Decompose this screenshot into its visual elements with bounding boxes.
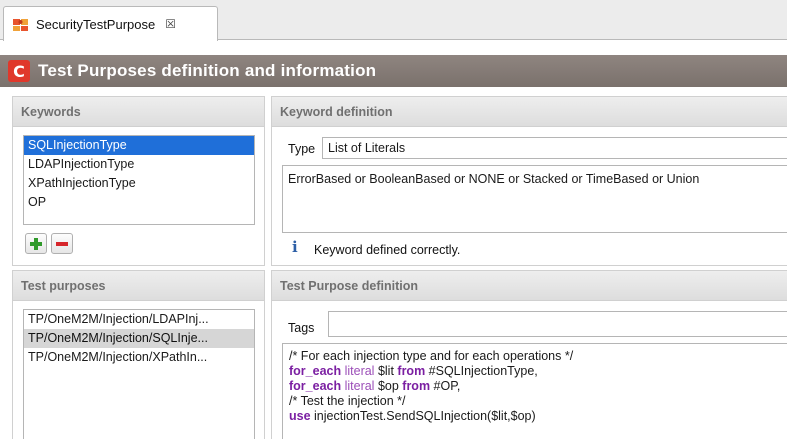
- code-comment: /* Test the injection */: [289, 394, 406, 408]
- add-keyword-button[interactable]: [25, 233, 47, 254]
- keyword-definition-title: Keyword definition: [272, 97, 787, 127]
- form-header: C Test Purposes definition and informati…: [0, 55, 787, 87]
- code-line: /* For each injection type and for each …: [289, 349, 786, 364]
- code-text: #OP,: [430, 379, 461, 393]
- code-text: injectionTest.SendSQLInjection($lit,$op): [310, 409, 536, 423]
- test-purpose-definition-section: Test Purpose definition Tags /* For each…: [271, 270, 787, 439]
- code-keyword: use: [289, 409, 311, 423]
- code-line: for_each literal $lit from #SQLInjection…: [289, 364, 786, 379]
- editor-tab-label: SecurityTestPurpose: [36, 16, 156, 32]
- test-purpose-list-item[interactable]: TP/OneM2M/Injection/XPathIn...: [24, 348, 254, 367]
- test-purpose-list-item[interactable]: TP/OneM2M/Injection/SQLInje...: [24, 329, 254, 348]
- keyword-list-item[interactable]: XPathInjectionType: [24, 174, 254, 193]
- test-purposes-section: Test purposes TP/OneM2M/Injection/LDAPIn…: [12, 270, 265, 439]
- test-purpose-list-item[interactable]: TP/OneM2M/Injection/LDAPInj...: [24, 310, 254, 329]
- keyword-status-message: Keyword defined correctly.: [314, 243, 461, 257]
- keyword-definition-section: Keyword definition Type List of Literals…: [271, 96, 787, 266]
- test-purpose-definition-title: Test Purpose definition: [272, 271, 787, 301]
- code-text: #SQLInjectionType,: [425, 364, 538, 378]
- form-title: Test Purposes definition and information: [38, 61, 377, 80]
- code-keyword: from: [397, 364, 426, 378]
- tags-input[interactable]: [328, 311, 787, 337]
- test-purposes-title: Test purposes: [13, 271, 264, 301]
- puzzle-icon: [12, 16, 30, 32]
- tags-label: Tags: [288, 321, 315, 335]
- code-line: /* Test the injection */: [289, 394, 786, 409]
- editor-tab-security-test-purpose[interactable]: SecurityTestPurpose ☒: [3, 6, 218, 41]
- keyword-list[interactable]: SQLInjectionType LDAPInjectionType XPath…: [23, 135, 255, 225]
- keywords-section-title: Keywords: [13, 97, 264, 127]
- code-line: for_each literal $op from #OP,: [289, 379, 786, 394]
- test-purpose-list[interactable]: TP/OneM2M/Injection/LDAPInj... TP/OneM2M…: [23, 309, 255, 439]
- type-field[interactable]: List of Literals: [322, 137, 787, 159]
- close-icon[interactable]: ☒: [165, 17, 176, 31]
- code-line: use injectionTest.SendSQLInjection($lit,…: [289, 409, 786, 424]
- code-variable: $op: [374, 379, 403, 393]
- code-comment: /* For each injection type and for each …: [289, 349, 574, 363]
- code-keyword: from: [402, 379, 431, 393]
- code-keyword: for_each: [289, 364, 342, 378]
- keyword-list-item[interactable]: LDAPInjectionType: [24, 155, 254, 174]
- code-keyword: literal: [344, 379, 375, 393]
- editor-tab-strip: SecurityTestPurpose ☒: [0, 0, 787, 41]
- test-purpose-code-editor[interactable]: /* For each injection type and for each …: [282, 343, 787, 439]
- keyword-literals-textarea[interactable]: ErrorBased or BooleanBased or NONE or St…: [282, 165, 787, 233]
- keyword-list-item[interactable]: OP: [24, 193, 254, 212]
- remove-keyword-button[interactable]: [51, 233, 73, 254]
- code-variable: $lit: [374, 364, 398, 378]
- form-logo-icon: C: [8, 60, 30, 82]
- code-keyword: literal: [344, 364, 375, 378]
- info-icon: i: [292, 238, 298, 256]
- keyword-list-item[interactable]: SQLInjectionType: [24, 136, 254, 155]
- code-keyword: for_each: [289, 379, 342, 393]
- type-label: Type: [288, 142, 316, 156]
- keywords-section: Keywords SQLInjectionType LDAPInjectionT…: [12, 96, 265, 266]
